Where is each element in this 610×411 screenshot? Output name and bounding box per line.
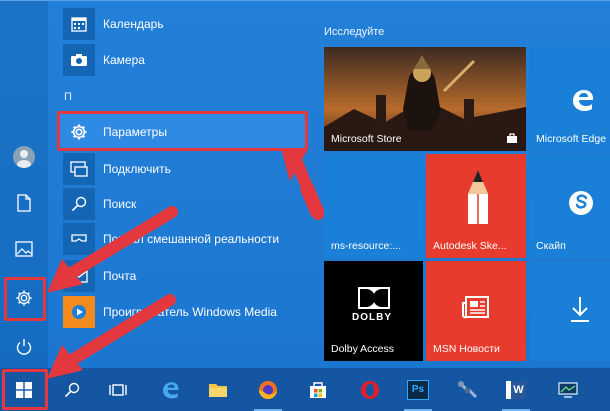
app-label: Календарь — [103, 17, 164, 31]
dolby-logo-icon — [358, 287, 390, 309]
app-item-mixed-reality[interactable]: Портал смешанной реальности — [58, 221, 306, 257]
download-arrow-icon — [571, 297, 589, 322]
app-item-settings[interactable]: Параметры — [58, 114, 306, 150]
tile-microsoft-edge[interactable]: Microsoft Edge — [529, 47, 610, 151]
tile-autodesk-sketchbook[interactable]: Autodesk Ske... — [426, 154, 526, 258]
windows-logo-icon — [16, 381, 32, 398]
taskbar-photoshop[interactable]: Ps — [398, 368, 438, 411]
app-label: Поиск — [103, 197, 137, 211]
start-button[interactable] — [4, 368, 44, 411]
taskbar-search-button[interactable] — [52, 368, 92, 411]
app-label: Подключить — [103, 162, 171, 176]
tile-label: Dolby Access — [331, 343, 395, 355]
documents-button[interactable] — [0, 183, 48, 223]
app-label: Камера — [103, 53, 145, 67]
tile-msn-news[interactable]: MSN Новости — [426, 261, 526, 361]
edge-icon — [163, 381, 179, 398]
tile-skype[interactable]: Скайп — [529, 154, 610, 258]
app-item-search[interactable]: Поиск — [58, 186, 306, 222]
taskbar-file-explorer[interactable] — [198, 368, 238, 411]
taskbar-word[interactable]: W — [496, 368, 536, 411]
taskbar-edge[interactable] — [150, 368, 190, 411]
tile-label: Microsoft Edge — [536, 133, 607, 145]
opera-icon — [361, 380, 379, 399]
photoshop-icon: Ps — [407, 379, 429, 400]
search-icon — [63, 188, 95, 220]
monitor-icon — [558, 381, 578, 398]
start-left-rail — [0, 1, 48, 369]
app-item-camera[interactable]: Камера — [58, 42, 306, 78]
edge-icon — [573, 90, 593, 111]
store-bag-icon — [507, 133, 517, 143]
dolby-wordmark: DOLBY — [352, 312, 392, 323]
picture-icon — [15, 241, 33, 257]
firefox-icon — [259, 380, 277, 399]
media-player-icon — [63, 296, 95, 328]
tile-ms-resource[interactable]: ms-resource:... — [324, 154, 423, 258]
app-item-calendar[interactable]: Календарь — [58, 6, 306, 42]
pictures-button[interactable] — [0, 229, 48, 269]
taskbar-opera[interactable] — [350, 368, 390, 411]
tiles-section-title: Исследуйте — [324, 26, 385, 38]
app-label: Параметры — [103, 125, 167, 139]
user-avatar-icon — [13, 146, 35, 168]
store-icon — [310, 381, 326, 398]
letter-group-header[interactable]: П — [64, 91, 72, 103]
taskbar-store[interactable] — [298, 368, 338, 411]
word-icon: W — [506, 380, 526, 399]
skype-icon — [569, 191, 593, 215]
gear-icon — [16, 290, 32, 306]
tile-microsoft-store[interactable]: Microsoft Store — [324, 47, 526, 151]
task-view-icon — [109, 383, 127, 396]
camera-icon — [63, 44, 95, 76]
search-icon — [64, 382, 80, 397]
app-item-connect[interactable]: Подключить — [58, 151, 306, 187]
taskbar-firefox[interactable] — [248, 368, 288, 411]
settings-rail-button[interactable] — [0, 278, 48, 318]
taskbar-monitor-app[interactable] — [548, 368, 588, 411]
app-label: Почта — [103, 269, 137, 283]
mail-icon — [63, 260, 95, 292]
app-label: Проигрыватель Windows Media — [103, 305, 277, 319]
file-explorer-icon — [209, 383, 227, 397]
power-button[interactable] — [0, 327, 48, 367]
tile-label: ms-resource:... — [331, 240, 402, 252]
taskbar: Ps W — [0, 368, 610, 411]
pencil-icon — [468, 170, 488, 224]
mixed-reality-icon — [63, 223, 95, 255]
gear-icon — [63, 116, 95, 148]
power-icon — [16, 339, 32, 355]
tile-label: Скайп — [536, 240, 566, 252]
calendar-icon — [63, 8, 95, 40]
app-label: Портал смешанной реальности — [103, 232, 280, 246]
tile-dolby-access[interactable]: DOLBY Dolby Access — [324, 261, 423, 361]
task-view-button[interactable] — [98, 368, 138, 411]
app-item-mail[interactable]: Почта — [58, 258, 306, 294]
tile-label: Autodesk Ske... — [433, 240, 507, 252]
tile-downloads[interactable] — [529, 261, 610, 361]
taskbar-network-tool[interactable] — [448, 368, 488, 411]
document-icon — [17, 194, 31, 212]
start-menu: Календарь Камера П Параметры Подключить … — [0, 0, 610, 369]
network-tool-icon — [458, 380, 478, 398]
tile-label: Microsoft Store — [331, 133, 402, 145]
app-item-media-player[interactable]: Проигрыватель Windows Media — [58, 294, 306, 330]
connect-icon — [63, 153, 95, 185]
user-account-button[interactable] — [0, 137, 48, 177]
tile-label: MSN Новости — [433, 343, 500, 355]
newspaper-icon — [462, 296, 489, 319]
